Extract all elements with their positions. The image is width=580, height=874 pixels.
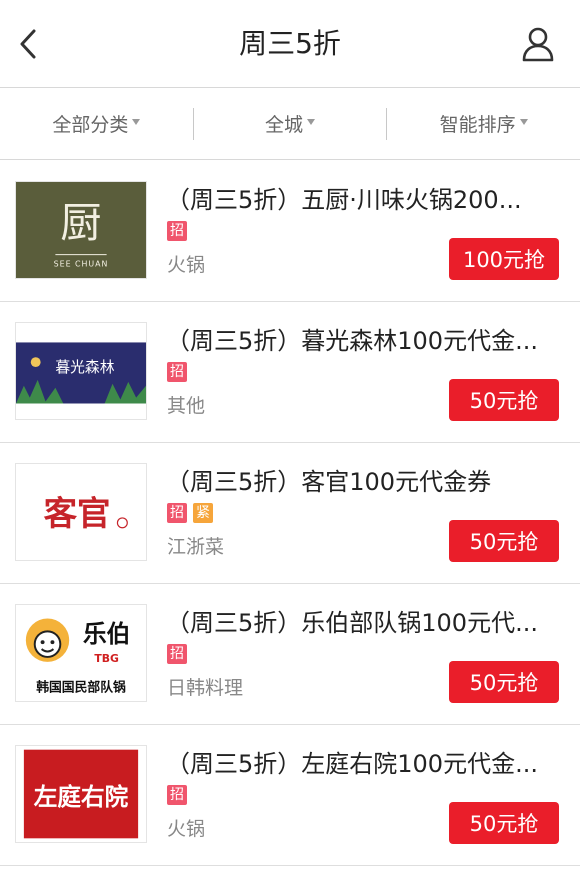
list-item[interactable]: 左庭右院 （周三5折）左庭右院100元代金... 招 火锅 50元抢 [0,725,580,866]
muguang-logo: 暮光森林 [16,323,146,419]
logo-sub: 韩国国民部队锅 [36,679,126,695]
tag-group: 招 [167,221,187,241]
lebo-logo: 乐伯 TBG 韩国国民部队锅 [16,605,146,701]
tag-badge: 紧 [193,503,213,523]
deal-title: （周三5折）暮光森林100元代金... [166,327,538,355]
tag-badge: 招 [167,785,187,805]
tag-group: 招 [167,644,187,664]
category-label: 火锅 [167,254,206,276]
deal-list: 厨 SEE CHUAN （周三5折）五厨·川味火锅200... 招 火锅 100… [0,161,580,866]
buy-button[interactable]: 50元抢 [449,520,559,562]
filter-area-label: 全城 [265,114,304,136]
user-icon [522,27,554,62]
category-label: 火锅 [167,818,206,840]
filter-category-label: 全部分类 [52,114,129,136]
filter-area[interactable]: 全城 [194,88,387,160]
deal-title: （周三5折）客官100元代金券 [166,468,492,496]
category-label: 其他 [167,395,206,417]
logo-text: 客官 [44,494,111,533]
tag-badge: 招 [167,362,187,382]
list-item[interactable]: 厨 SEE CHUAN （周三5折）五厨·川味火锅200... 招 火锅 100… [0,161,580,302]
tag-badge: 招 [167,503,187,523]
tag-badge: 招 [167,644,187,664]
category-label: 日韩料理 [167,677,244,699]
header-bar: 周三5折 [0,0,580,88]
buy-button[interactable]: 50元抢 [449,379,559,421]
filter-sort-label: 智能排序 [439,114,516,136]
tag-group: 招 紧 [167,503,213,523]
category-label: 江浙菜 [167,536,225,558]
user-profile-button[interactable] [518,22,558,66]
deal-title: （周三5折）左庭右院100元代金... [166,750,538,778]
caret-down-icon [519,118,528,125]
filter-sort[interactable]: 智能排序 [387,88,580,160]
filter-category[interactable]: 全部分类 [0,88,193,160]
tag-group: 招 [167,362,187,382]
tag-group: 招 [167,785,187,805]
deal-title: （周三5折）乐伯部队锅100元代... [166,609,538,637]
caret-down-icon [132,118,141,125]
logo-text: 暮光森林 [55,359,114,376]
zuotingyouyuan-logo: 左庭右院 [16,746,146,842]
buy-button[interactable]: 100元抢 [449,238,559,280]
list-item[interactable]: 暮光森林 （周三5折）暮光森林100元代金... 招 其他 50元抢 [0,302,580,443]
buy-button[interactable]: 50元抢 [449,802,559,844]
logo-sub: SEE CHUAN [54,259,109,268]
logo-text: 乐伯 [83,620,130,648]
keguan-logo: 客官 [16,464,146,560]
logo-text: 厨 [60,199,101,247]
wuchu-logo: 厨 SEE CHUAN [16,182,146,278]
restaurant-logo: 厨 SEE CHUAN [15,181,147,279]
deal-title: （周三5折）五厨·川味火锅200... [166,186,522,214]
tag-badge: 招 [167,221,187,241]
restaurant-logo: 暮光森林 [15,322,147,420]
logo-text: 左庭右院 [34,783,129,811]
list-item[interactable]: 客官 （周三5折）客官100元代金券 招 紧 江浙菜 50元抢 [0,443,580,584]
buy-button[interactable]: 50元抢 [449,661,559,703]
restaurant-logo: 左庭右院 [15,745,147,843]
filter-bar: 全部分类 全城 智能排序 [0,88,580,160]
list-item[interactable]: 乐伯 TBG 韩国国民部队锅 （周三5折）乐伯部队锅100元代... 招 日韩料… [0,584,580,725]
caret-down-icon [307,118,316,125]
svg-text:TBG: TBG [94,652,119,665]
restaurant-logo: 乐伯 TBG 韩国国民部队锅 [15,604,147,702]
page-title: 周三5折 [239,27,341,60]
restaurant-logo: 客官 [15,463,147,561]
